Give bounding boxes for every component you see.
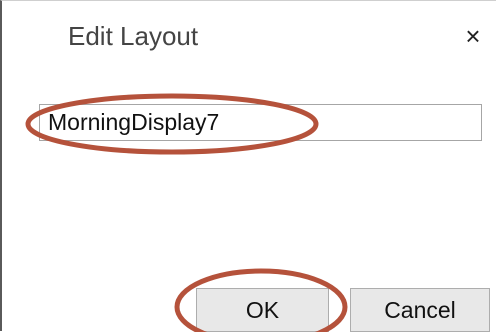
ok-button[interactable]: OK [196,288,329,332]
dialog-title-bar: Edit Layout × [2,1,496,77]
cancel-button[interactable]: Cancel [350,288,490,332]
edit-layout-dialog: Edit Layout × OK Cancel [0,0,496,332]
close-icon[interactable]: × [458,21,488,51]
dialog-title: Edit Layout [68,21,199,51]
layout-name-input[interactable] [39,104,482,141]
